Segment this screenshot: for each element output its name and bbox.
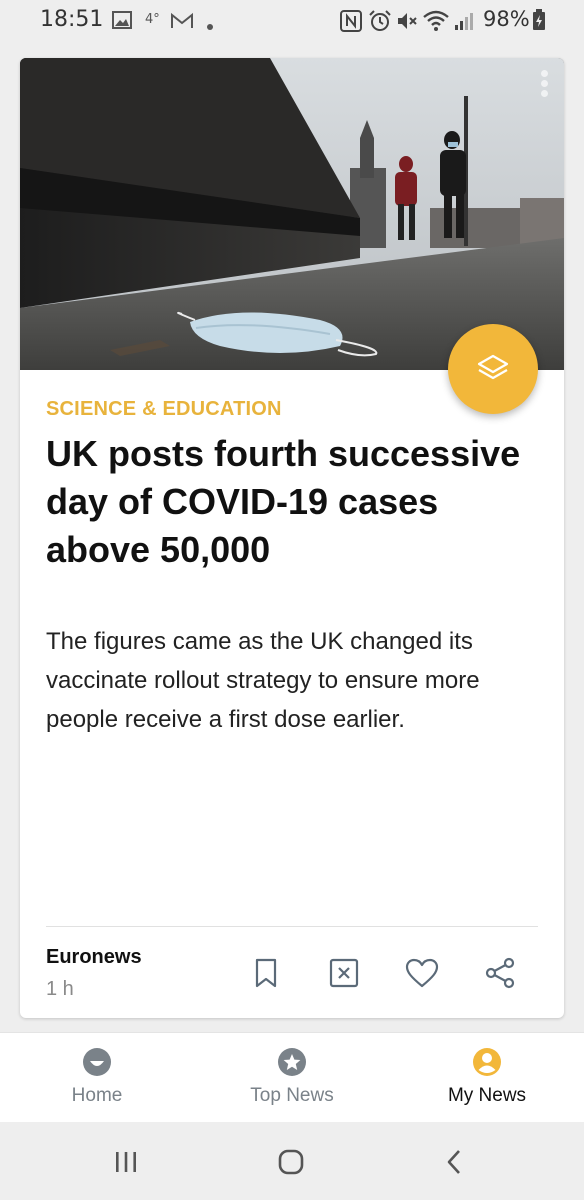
nav-my-news[interactable]: My News bbox=[390, 1033, 584, 1123]
article-summary: The figures came as the UK changed its v… bbox=[46, 628, 480, 733]
like-button[interactable] bbox=[402, 953, 442, 993]
bottom-navigation: Home Top News My News bbox=[0, 1032, 584, 1123]
dot-icon bbox=[206, 16, 214, 35]
bookmark-icon bbox=[255, 958, 277, 988]
dismiss-icon bbox=[329, 958, 359, 988]
share-icon bbox=[485, 957, 515, 989]
bookmark-button[interactable] bbox=[246, 953, 286, 993]
recent-apps-icon bbox=[116, 1152, 136, 1172]
system-navigation-bar bbox=[0, 1122, 584, 1200]
nav-top-news[interactable]: Top News bbox=[195, 1033, 389, 1123]
article-source[interactable]: Euronews bbox=[46, 946, 142, 969]
home-icon bbox=[278, 1149, 304, 1175]
nav-my-news-label: My News bbox=[447, 1085, 527, 1106]
back-icon bbox=[447, 1150, 460, 1174]
alarm-icon bbox=[368, 10, 392, 36]
home-face-icon bbox=[83, 1048, 111, 1076]
status-bar: 18:51 4° 98% bbox=[0, 0, 584, 40]
signal-icon bbox=[454, 11, 476, 35]
nav-home-label: Home bbox=[71, 1085, 123, 1106]
status-time: 18:51 bbox=[40, 7, 104, 32]
back-button[interactable] bbox=[434, 1146, 474, 1178]
person-icon bbox=[473, 1048, 501, 1076]
nav-home[interactable]: Home bbox=[0, 1033, 194, 1123]
more-options-icon[interactable] bbox=[536, 70, 552, 104]
star-icon bbox=[278, 1048, 306, 1076]
temperature-text: 4° bbox=[145, 12, 160, 27]
mail-icon bbox=[170, 12, 194, 34]
card-divider bbox=[46, 926, 538, 927]
article-headline[interactable]: UK posts fourth successive day of COVID-… bbox=[46, 430, 546, 574]
nfc-icon bbox=[340, 10, 362, 36]
battery-icon bbox=[532, 9, 546, 35]
share-button[interactable] bbox=[480, 953, 520, 993]
nav-top-news-label: Top News bbox=[250, 1085, 334, 1106]
home-button[interactable] bbox=[271, 1146, 311, 1178]
mute-icon bbox=[396, 10, 418, 36]
dismiss-button[interactable] bbox=[324, 953, 364, 993]
wifi-icon bbox=[422, 9, 450, 35]
recent-apps-button[interactable] bbox=[106, 1146, 146, 1178]
article-photo[interactable] bbox=[20, 58, 564, 370]
battery-text: 98% bbox=[483, 7, 530, 31]
news-card[interactable]: SCIENCE & EDUCATION UK posts fourth succ… bbox=[20, 58, 564, 1018]
heart-icon bbox=[405, 958, 439, 988]
layers-button[interactable] bbox=[448, 324, 538, 414]
layers-icon bbox=[477, 354, 509, 380]
article-category: SCIENCE & EDUCATION bbox=[46, 398, 282, 420]
image-icon bbox=[112, 11, 132, 33]
article-age: 1 h bbox=[46, 978, 74, 1000]
